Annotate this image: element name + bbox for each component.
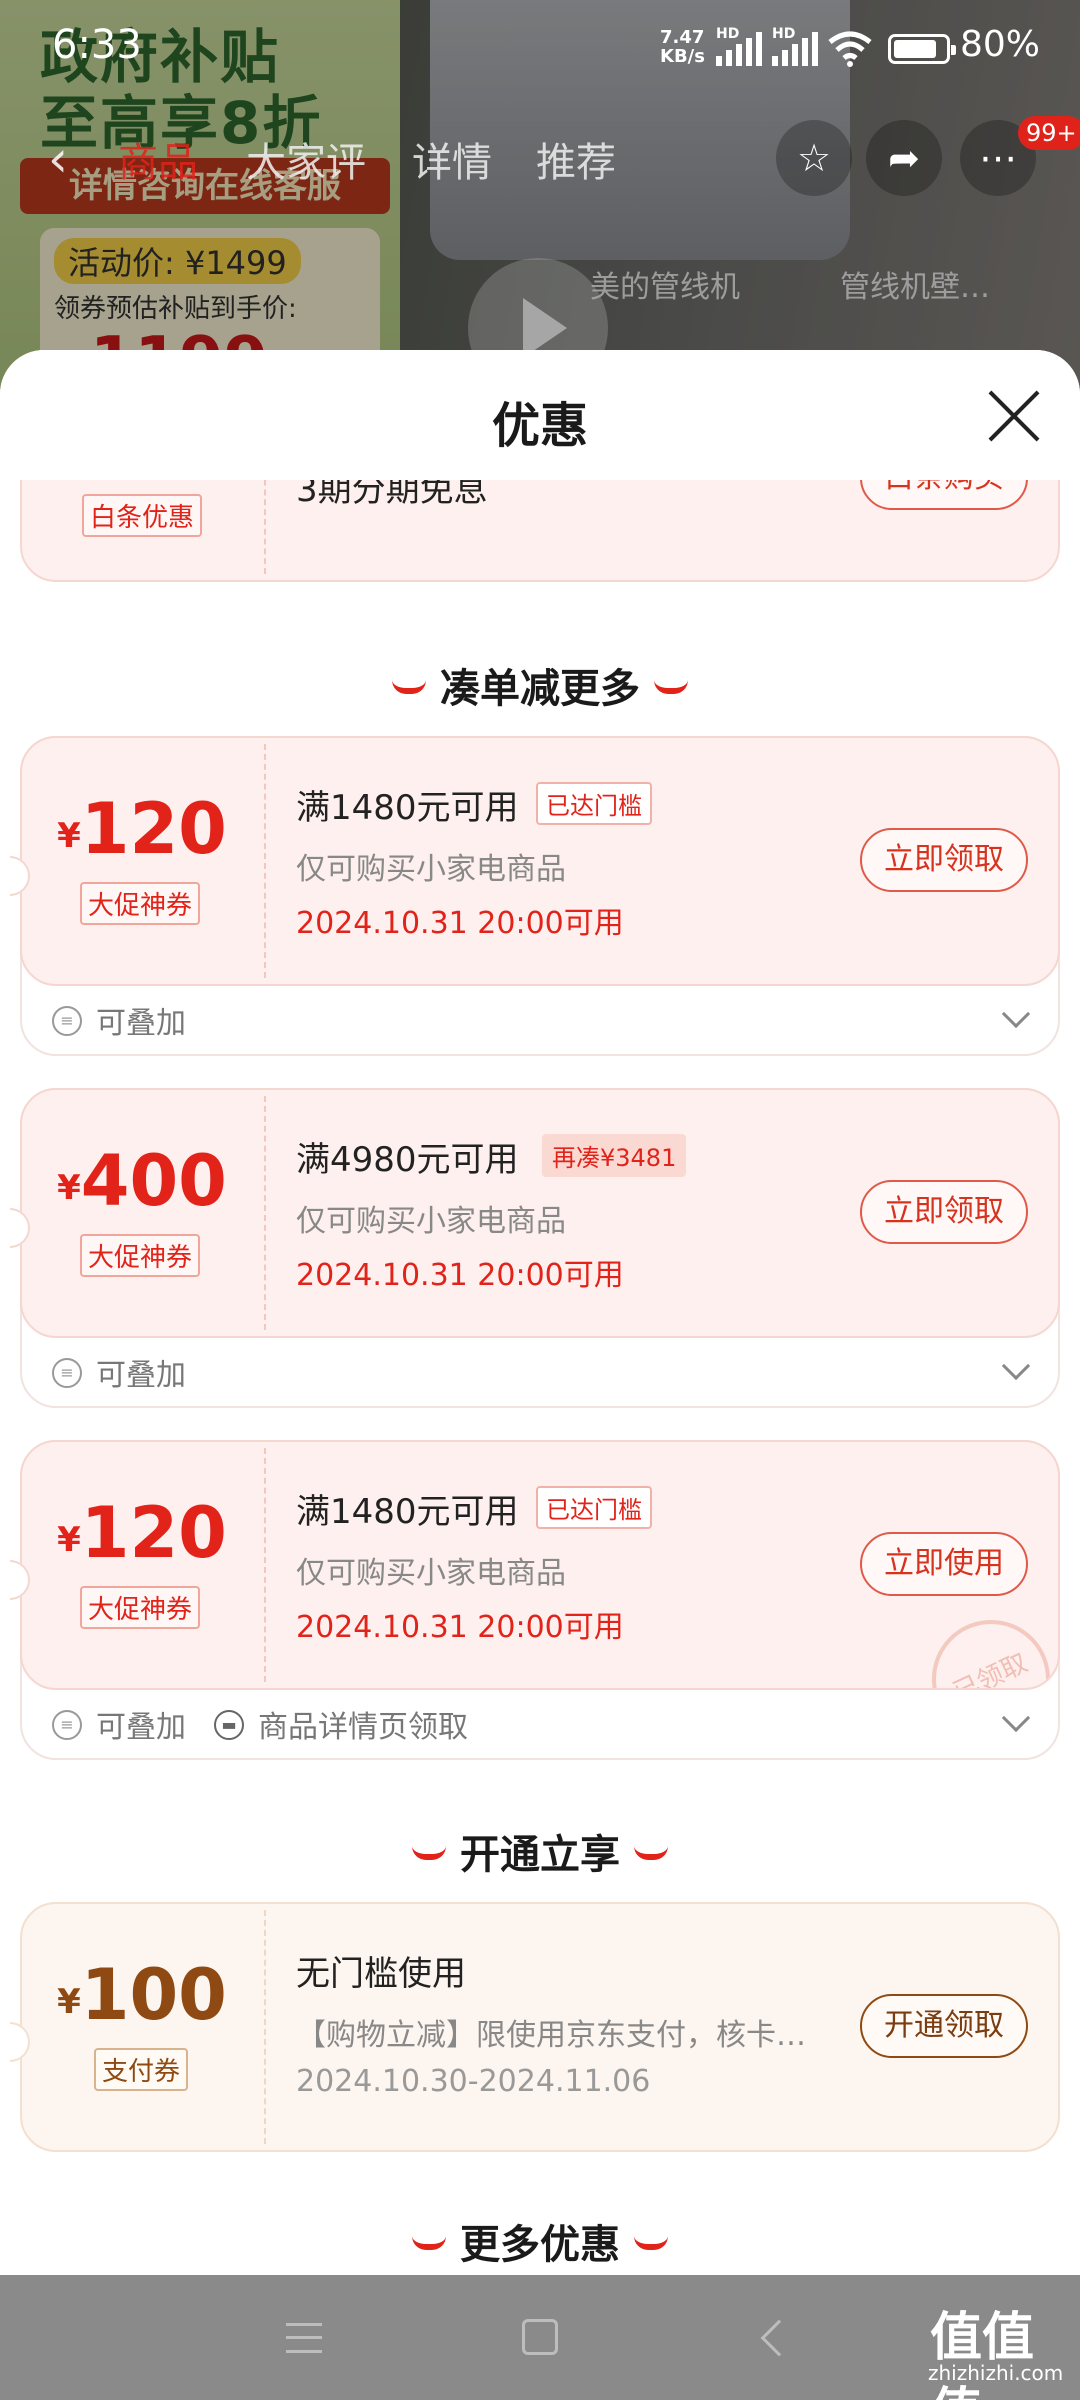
detail-page-claim-label: 商品详情页领取 — [258, 1710, 468, 1745]
coupon-tag: 大促神券 — [80, 1586, 201, 1629]
tab-recommend[interactable]: 推荐 — [536, 130, 616, 188]
smile-icon — [412, 1846, 446, 1860]
section-title-open-enjoy: 开通立享 — [0, 1822, 1080, 1880]
card-divider — [264, 744, 266, 978]
coupon-footer-row[interactable]: ≡ 可叠加 ▬ 商品详情页领取 — [20, 1692, 1060, 1758]
status-bar: 6:33 7.47 KB/s HD HD 80% — [0, 0, 1080, 92]
amount-value: 400 — [80, 1140, 227, 1222]
baitiao-tag: 白条优惠 — [82, 494, 203, 537]
smile-icon — [634, 2236, 668, 2250]
message-badge: 99+ — [1018, 116, 1080, 150]
network-speed-unit: KB/s — [660, 46, 705, 67]
card-divider — [264, 1096, 266, 1330]
stackable-label: 可叠加 — [96, 1358, 186, 1393]
product-nav-bar: ‹ 商品 大家评 详情 推荐 ☆ ➦ ⋯ 99+ — [0, 100, 1080, 210]
card-divider — [264, 1910, 266, 2144]
coupon-condition: 无门槛使用 — [296, 1954, 466, 1994]
system-nav-bar: 值值值 zhizhizhi.com — [0, 2275, 1080, 2400]
coupon-scope: 仅可购买小家电商品 — [296, 852, 566, 887]
amount-value: 120 — [80, 1492, 227, 1574]
coupon-amount: ¥100 — [20, 1954, 264, 2036]
coupon-date: 2024.10.30-2024.11.06 — [296, 2064, 651, 2099]
battery-percent: 80% — [960, 24, 1041, 65]
ticket-icon: ▬ — [214, 1710, 244, 1740]
threshold-pill: 已达门槛 — [536, 782, 652, 825]
coupon-card-4: ¥100 支付券 无门槛使用 【购物立减】限使用京东支付，核卡… 2024.10… — [10, 1902, 1060, 2154]
coupon-scope: 仅可购买小家电商品 — [296, 1204, 566, 1239]
coupon-condition: 满4980元可用 — [296, 1140, 519, 1180]
network-speed-value: 7.47 — [660, 27, 705, 48]
stack-icon: ≡ — [52, 1358, 82, 1388]
discount-sheet: 优惠 白条优惠 3期分期免息 白条购买 优惠 凑单减更多 ¥120 大促神券 满… — [0, 350, 1080, 2275]
sheet-header-bg: 优惠 — [0, 350, 1080, 480]
coupon-amount: ¥120 — [20, 1492, 264, 1574]
coupon-tag: 大促神券 — [80, 882, 201, 925]
card-divider — [264, 1448, 266, 1682]
stack-icon: ≡ — [52, 1710, 82, 1740]
coupon-footer-row[interactable]: ≡ 可叠加 — [20, 1340, 1060, 1406]
home-icon[interactable] — [522, 2319, 558, 2355]
amount-value: 120 — [80, 788, 227, 870]
threshold-pill: 已达门槛 — [536, 1486, 652, 1529]
sheet-title-text: 优惠 — [491, 398, 588, 454]
coupon-condition: 满1480元可用 — [296, 1492, 519, 1532]
section-title-more-offers: 更多优惠 — [0, 2212, 1080, 2270]
tab-reviews[interactable]: 大家评 — [246, 130, 366, 188]
coupon-date: 2024.10.31 20:00可用 — [296, 906, 624, 941]
claimed-stamp: 已领取 — [912, 1600, 1058, 1688]
coupon-footer-row[interactable]: ≡ 可叠加 — [20, 988, 1060, 1054]
claim-button[interactable]: 立即领取 — [860, 828, 1028, 892]
section-title-text: 凑单减更多 — [440, 666, 640, 712]
tab-details[interactable]: 详情 — [412, 130, 492, 188]
currency-symbol: ¥ — [57, 1982, 81, 2022]
coupon-tag: 大促神券 — [80, 1234, 201, 1277]
use-button[interactable]: 立即使用 — [860, 1532, 1028, 1596]
chevron-down-icon[interactable] — [1001, 1351, 1031, 1381]
chevron-down-icon[interactable] — [1001, 999, 1031, 1029]
chevron-down-icon[interactable] — [1001, 1703, 1031, 1733]
status-time: 6:33 — [52, 22, 142, 68]
currency-symbol: ¥ — [57, 1168, 81, 1208]
coupon-date: 2024.10.31 20:00可用 — [296, 1610, 624, 1645]
coupon-amount: ¥120 — [20, 788, 264, 870]
share-icon[interactable]: ➦ — [866, 120, 942, 196]
smile-icon — [412, 2236, 446, 2250]
coupon-scope: 仅可购买小家电商品 — [296, 1556, 566, 1591]
favorite-icon[interactable]: ☆ — [776, 120, 852, 196]
smile-icon — [392, 680, 426, 694]
smile-icon — [634, 1846, 668, 1860]
coupon-card-1: ¥120 大促神券 满1480元可用 已达门槛 仅可购买小家电商品 2024.1… — [10, 736, 1060, 1056]
currency-symbol: ¥ — [57, 816, 81, 856]
currency-symbol: ¥ — [57, 1520, 81, 1560]
section-title-more-items: 凑单减更多 — [0, 656, 1080, 714]
battery-icon — [888, 34, 956, 64]
section-title-text: 更多优惠 — [460, 2222, 620, 2268]
stackable-label: 可叠加 — [96, 1710, 186, 1745]
coupon-amount: ¥400 — [20, 1140, 264, 1222]
wifi-icon — [828, 31, 872, 67]
menu-icon[interactable] — [286, 2323, 322, 2353]
amount-value: 100 — [80, 1954, 227, 2036]
coupon-tag: 支付券 — [94, 2048, 189, 2091]
section-title-text: 开通立享 — [460, 1832, 620, 1878]
signal-icon — [716, 30, 764, 66]
network-speed: 7.47 KB/s — [660, 28, 705, 66]
smile-icon — [654, 680, 688, 694]
open-claim-button[interactable]: 开通领取 — [860, 1994, 1028, 2058]
stack-icon: ≡ — [52, 1006, 82, 1036]
back-icon[interactable]: ‹ — [48, 130, 68, 188]
remaining-amount-pill: 再凑¥3481 — [542, 1134, 687, 1177]
coupon-scope: 【购物立减】限使用京东支付，核卡… — [296, 2018, 806, 2053]
close-button[interactable] — [984, 386, 1044, 446]
claim-button[interactable]: 立即领取 — [860, 1180, 1028, 1244]
tab-goods[interactable]: 商品 — [118, 130, 198, 188]
coupon-card-3: 已领取 ¥120 大促神券 满1480元可用 已达门槛 仅可购买小家电商品 20… — [10, 1440, 1060, 1760]
back-nav-icon[interactable] — [760, 2319, 798, 2357]
coupon-card-2: ¥400 大促神券 满4980元可用 再凑¥3481 仅可购买小家电商品 202… — [10, 1088, 1060, 1408]
signal-icon-2 — [772, 30, 820, 66]
coupon-condition: 满1480元可用 — [296, 788, 519, 828]
stackable-label: 可叠加 — [96, 1006, 186, 1041]
watermark-url: zhizhizhi.com — [928, 2361, 1064, 2385]
coupon-date: 2024.10.31 20:00可用 — [296, 1258, 624, 1293]
